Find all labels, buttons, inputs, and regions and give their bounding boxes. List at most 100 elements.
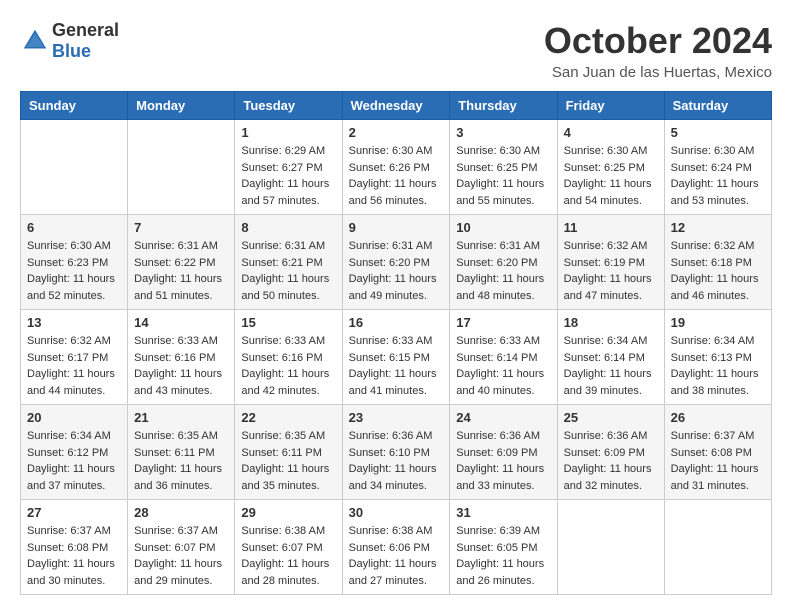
day-cell: 29 Sunrise: 6:38 AMSunset: 6:07 PMDayligh… <box>235 500 342 595</box>
day-number: 11 <box>564 220 658 235</box>
day-number: 12 <box>671 220 765 235</box>
day-number: 23 <box>349 410 444 425</box>
day-info: Sunrise: 6:33 AMSunset: 6:14 PMDaylight:… <box>456 333 550 399</box>
day-cell: 9Sunrise: 6:31 AMSunset: 6:20 PMDaylight… <box>342 215 450 310</box>
day-cell: 22 Sunrise: 6:35 AMSunset: 6:11 PMDayligh… <box>235 405 342 500</box>
week-row-3: 20Sunrise: 6:34 AMSunset: 6:12 PMDayligh… <box>21 405 772 500</box>
day-info: Sunrise: 6:37 AMSunset: 6:08 PMDaylight:… <box>27 523 121 589</box>
day-number: 22 <box>241 410 335 425</box>
day-cell: 8 Sunrise: 6:31 AMSunset: 6:21 PMDaylight… <box>235 215 342 310</box>
logo-general: General <box>52 20 119 40</box>
day-info: Sunrise: 6:31 AMSunset: 6:20 PMDaylight:… <box>456 238 550 304</box>
day-info: Sunrise: 6:33 AMSunset: 6:15 PMDaylight:… <box>349 333 444 399</box>
header-day-thursday: Thursday <box>450 92 557 120</box>
day-info: Sunrise: 6:32 AMSunset: 6:19 PMDaylight:… <box>564 238 658 304</box>
calendar-table: SundayMondayTuesdayWednesdayThursdayFrid… <box>20 91 772 595</box>
header-day-saturday: Saturday <box>664 92 771 120</box>
day-number: 13 <box>27 315 121 330</box>
week-row-0: 1Sunrise: 6:29 AMSunset: 6:27 PMDaylight… <box>21 120 772 215</box>
day-number: 31 <box>456 505 550 520</box>
logo-icon <box>20 26 50 56</box>
day-cell: 25Sunrise: 6:36 AMSunset: 6:09 PMDayligh… <box>557 405 664 500</box>
week-row-4: 27 Sunrise: 6:37 AMSunset: 6:08 PMDayligh… <box>21 500 772 595</box>
day-cell: 18 Sunrise: 6:34 AMSunset: 6:14 PMDayligh… <box>557 310 664 405</box>
calendar-header: SundayMondayTuesdayWednesdayThursdayFrid… <box>21 92 772 120</box>
day-info: Sunrise: 6:34 AMSunset: 6:14 PMDaylight:… <box>564 333 658 399</box>
day-cell: 24 Sunrise: 6:36 AMSunset: 6:09 PMDayligh… <box>450 405 557 500</box>
day-cell: 4 Sunrise: 6:30 AMSunset: 6:25 PMDaylight… <box>557 120 664 215</box>
day-cell: 2Sunrise: 6:30 AMSunset: 6:26 PMDaylight… <box>342 120 450 215</box>
day-cell: 15Sunrise: 6:33 AMSunset: 6:16 PMDayligh… <box>235 310 342 405</box>
day-info: Sunrise: 6:31 AMSunset: 6:21 PMDaylight:… <box>241 238 335 304</box>
day-cell: 21 Sunrise: 6:35 AMSunset: 6:11 PMDayligh… <box>128 405 235 500</box>
day-info: Sunrise: 6:30 AMSunset: 6:25 PMDaylight:… <box>456 143 550 209</box>
day-number: 9 <box>349 220 444 235</box>
day-info: Sunrise: 6:36 AMSunset: 6:10 PMDaylight:… <box>349 428 444 494</box>
day-number: 8 <box>241 220 335 235</box>
day-info: Sunrise: 6:30 AMSunset: 6:24 PMDaylight:… <box>671 143 765 209</box>
day-cell <box>128 120 235 215</box>
logo-blue: Blue <box>52 41 91 61</box>
day-cell: 26Sunrise: 6:37 AMSunset: 6:08 PMDayligh… <box>664 405 771 500</box>
day-info: Sunrise: 6:34 AMSunset: 6:13 PMDaylight:… <box>671 333 765 399</box>
day-cell: 27 Sunrise: 6:37 AMSunset: 6:08 PMDayligh… <box>21 500 128 595</box>
day-number: 7 <box>134 220 228 235</box>
day-info: Sunrise: 6:38 AMSunset: 6:06 PMDaylight:… <box>349 523 444 589</box>
day-number: 14 <box>134 315 228 330</box>
day-cell: 23 Sunrise: 6:36 AMSunset: 6:10 PMDayligh… <box>342 405 450 500</box>
day-number: 20 <box>27 410 121 425</box>
day-cell: 10 Sunrise: 6:31 AMSunset: 6:20 PMDayligh… <box>450 215 557 310</box>
day-info: Sunrise: 6:37 AMSunset: 6:07 PMDaylight:… <box>134 523 228 589</box>
day-number: 3 <box>456 125 550 140</box>
header-day-wednesday: Wednesday <box>342 92 450 120</box>
header-day-monday: Monday <box>128 92 235 120</box>
day-number: 15 <box>241 315 335 330</box>
day-number: 21 <box>134 410 228 425</box>
location-subtitle: San Juan de las Huertas, Mexico <box>544 64 772 81</box>
day-info: Sunrise: 6:35 AMSunset: 6:11 PMDaylight:… <box>134 428 228 494</box>
day-number: 27 <box>27 505 121 520</box>
week-row-1: 6Sunrise: 6:30 AMSunset: 6:23 PMDaylight… <box>21 215 772 310</box>
day-info: Sunrise: 6:30 AMSunset: 6:25 PMDaylight:… <box>564 143 658 209</box>
day-cell: 28 Sunrise: 6:37 AMSunset: 6:07 PMDayligh… <box>128 500 235 595</box>
day-info: Sunrise: 6:33 AMSunset: 6:16 PMDaylight:… <box>134 333 228 399</box>
day-cell: 14 Sunrise: 6:33 AMSunset: 6:16 PMDayligh… <box>128 310 235 405</box>
day-info: Sunrise: 6:35 AMSunset: 6:11 PMDaylight:… <box>241 428 335 494</box>
day-info: Sunrise: 6:32 AMSunset: 6:18 PMDaylight:… <box>671 238 765 304</box>
day-number: 30 <box>349 505 444 520</box>
day-number: 18 <box>564 315 658 330</box>
day-number: 4 <box>564 125 658 140</box>
day-cell <box>557 500 664 595</box>
day-info: Sunrise: 6:32 AMSunset: 6:17 PMDaylight:… <box>27 333 121 399</box>
title-section: October 2024 San Juan de las Huertas, Me… <box>544 20 772 81</box>
day-info: Sunrise: 6:37 AMSunset: 6:08 PMDaylight:… <box>671 428 765 494</box>
month-title: October 2024 <box>544 20 772 62</box>
day-number: 10 <box>456 220 550 235</box>
calendar-body: 1Sunrise: 6:29 AMSunset: 6:27 PMDaylight… <box>21 120 772 595</box>
day-cell: 3 Sunrise: 6:30 AMSunset: 6:25 PMDaylight… <box>450 120 557 215</box>
day-info: Sunrise: 6:38 AMSunset: 6:07 PMDaylight:… <box>241 523 335 589</box>
day-cell: 20Sunrise: 6:34 AMSunset: 6:12 PMDayligh… <box>21 405 128 500</box>
header-day-friday: Friday <box>557 92 664 120</box>
day-cell <box>21 120 128 215</box>
day-number: 17 <box>456 315 550 330</box>
day-cell: 30 Sunrise: 6:38 AMSunset: 6:06 PMDayligh… <box>342 500 450 595</box>
day-info: Sunrise: 6:29 AMSunset: 6:27 PMDaylight:… <box>241 143 335 209</box>
day-info: Sunrise: 6:31 AMSunset: 6:22 PMDaylight:… <box>134 238 228 304</box>
day-cell: 19Sunrise: 6:34 AMSunset: 6:13 PMDayligh… <box>664 310 771 405</box>
day-info: Sunrise: 6:36 AMSunset: 6:09 PMDaylight:… <box>456 428 550 494</box>
day-number: 24 <box>456 410 550 425</box>
day-cell: 5Sunrise: 6:30 AMSunset: 6:24 PMDaylight… <box>664 120 771 215</box>
day-number: 28 <box>134 505 228 520</box>
day-cell <box>664 500 771 595</box>
week-row-2: 13 Sunrise: 6:32 AMSunset: 6:17 PMDayligh… <box>21 310 772 405</box>
day-number: 2 <box>349 125 444 140</box>
day-cell: 17 Sunrise: 6:33 AMSunset: 6:14 PMDayligh… <box>450 310 557 405</box>
day-cell: 13 Sunrise: 6:32 AMSunset: 6:17 PMDayligh… <box>21 310 128 405</box>
header-day-sunday: Sunday <box>21 92 128 120</box>
day-number: 29 <box>241 505 335 520</box>
day-info: Sunrise: 6:39 AMSunset: 6:05 PMDaylight:… <box>456 523 550 589</box>
day-cell: 7 Sunrise: 6:31 AMSunset: 6:22 PMDaylight… <box>128 215 235 310</box>
day-cell: 1Sunrise: 6:29 AMSunset: 6:27 PMDaylight… <box>235 120 342 215</box>
day-number: 25 <box>564 410 658 425</box>
